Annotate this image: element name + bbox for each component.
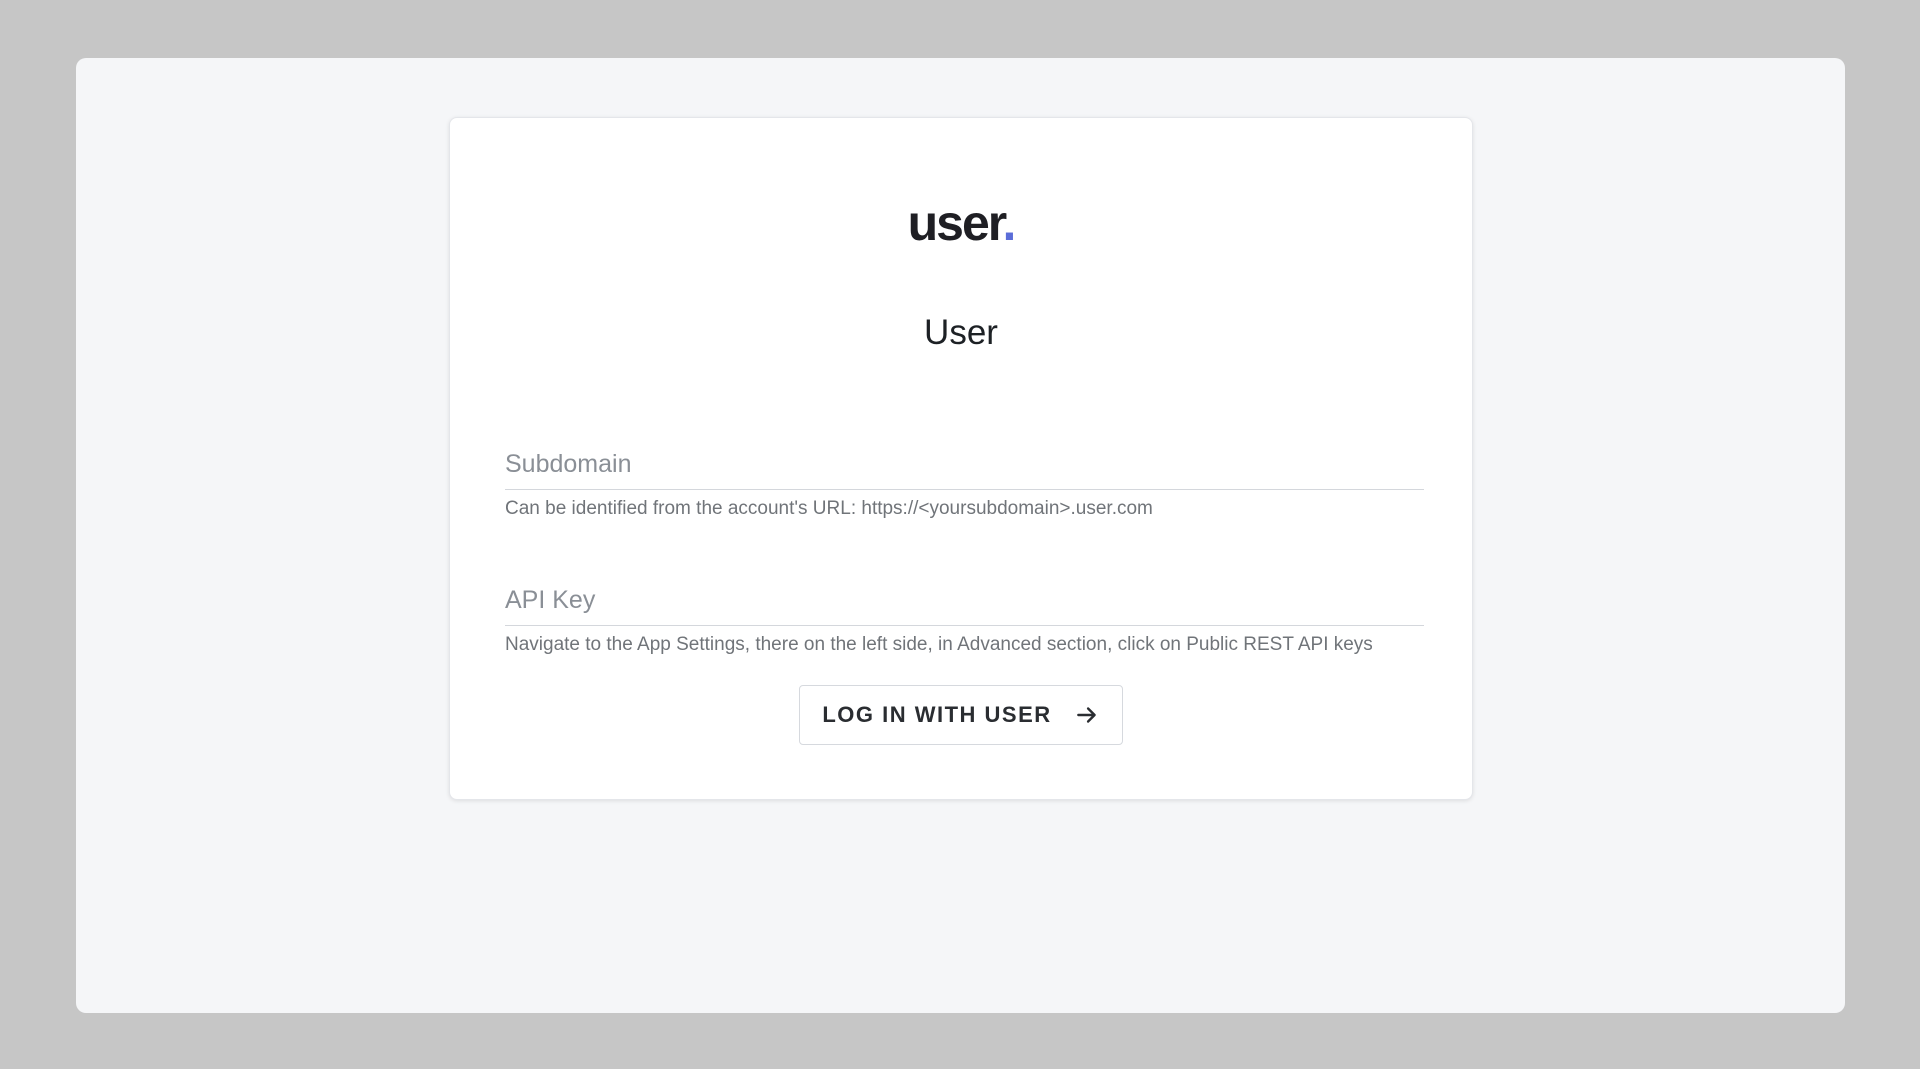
user-logo: user. bbox=[450, 198, 1472, 248]
logo-dot: . bbox=[1002, 195, 1016, 251]
page-title: User bbox=[924, 313, 998, 352]
app-window: user. User Can be identified from the ac… bbox=[76, 58, 1845, 1013]
arrow-right-icon bbox=[1076, 707, 1096, 723]
subdomain-field-group: Can be identified from the account's URL… bbox=[505, 434, 1424, 520]
login-card: user. User Can be identified from the ac… bbox=[449, 117, 1473, 800]
api-key-field-group: Navigate to the App Settings, there on t… bbox=[505, 570, 1424, 656]
login-button-label: LOG IN WITH USER bbox=[822, 702, 1052, 727]
subdomain-input[interactable] bbox=[505, 434, 1424, 490]
login-button[interactable]: LOG IN WITH USER bbox=[799, 685, 1123, 745]
subdomain-helper-text: Can be identified from the account's URL… bbox=[505, 498, 1153, 519]
api-key-helper-text: Navigate to the App Settings, there on t… bbox=[505, 634, 1373, 655]
api-key-input[interactable] bbox=[505, 570, 1424, 626]
logo-text: user bbox=[907, 195, 1005, 251]
